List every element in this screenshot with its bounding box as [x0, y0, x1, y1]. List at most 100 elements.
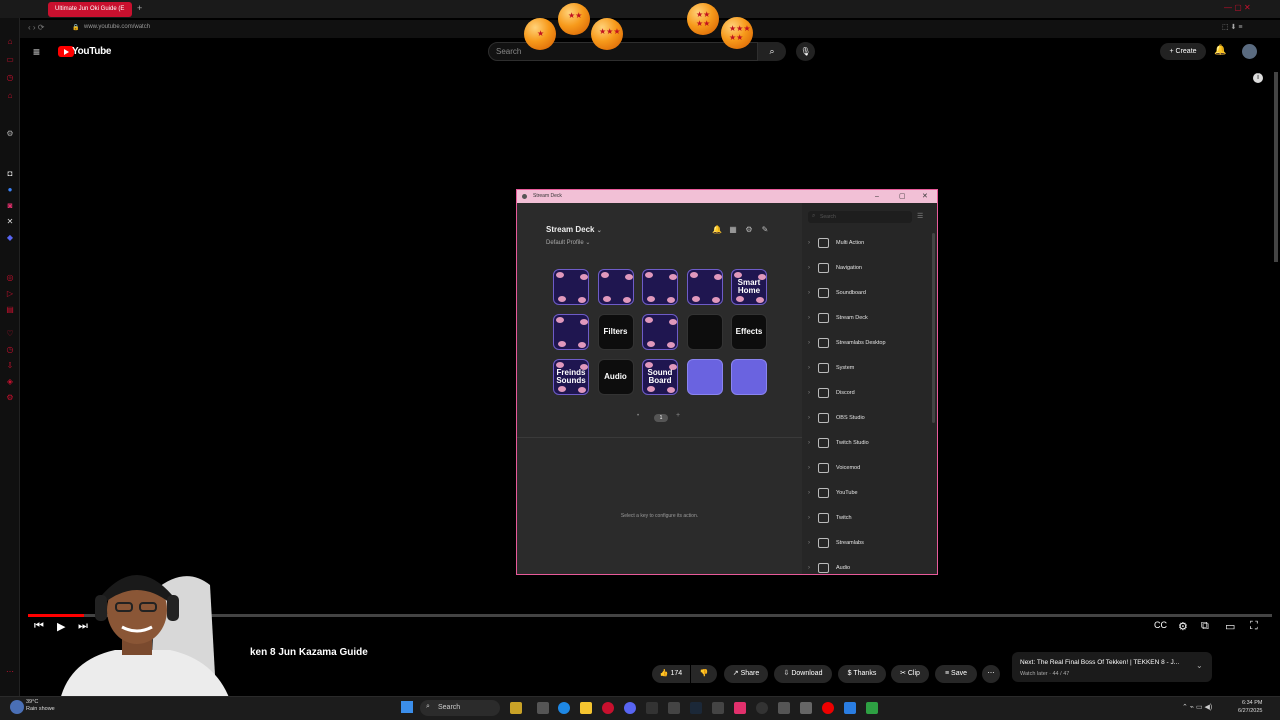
- task-view-icon[interactable]: [537, 702, 549, 714]
- action-category[interactable]: › Audio: [808, 561, 930, 575]
- action-category[interactable]: › Twitch Studio: [808, 436, 930, 450]
- extensions-icon[interactable]: ⬚ ⬇ ≡: [1222, 23, 1242, 31]
- notification-bell-icon[interactable]: 🔔: [1214, 45, 1226, 56]
- fullscreen-icon[interactable]: ⛶: [1250, 620, 1258, 633]
- plugin-icon[interactable]: ✎: [760, 225, 770, 235]
- app-icon[interactable]: [712, 702, 724, 714]
- like-button[interactable]: 👍 174: [652, 665, 690, 683]
- page-scrollbar[interactable]: [1274, 72, 1278, 262]
- store-icon[interactable]: ▦: [728, 225, 738, 235]
- weather-icon[interactable]: [10, 700, 24, 714]
- history-icon[interactable]: ◷: [5, 74, 15, 82]
- theater-icon[interactable]: ▭: [1225, 620, 1235, 633]
- app-icon[interactable]: [646, 702, 658, 714]
- action-category[interactable]: › Navigation: [808, 261, 930, 275]
- window-controls[interactable]: — ▢ ✕: [1224, 3, 1251, 12]
- clip-button[interactable]: ✂ Clip: [891, 665, 929, 683]
- stream-deck-key[interactable]: [686, 269, 723, 305]
- download-button[interactable]: ⇩ Download: [774, 665, 832, 683]
- maximize-icon[interactable]: ▢: [899, 190, 906, 203]
- save-button[interactable]: ≡ Save: [935, 665, 977, 683]
- discord-icon[interactable]: ◆: [5, 234, 15, 242]
- page-prev-icon[interactable]: •: [637, 413, 639, 419]
- stream-deck-key[interactable]: [731, 359, 767, 395]
- windows-start-icon[interactable]: [401, 701, 413, 713]
- captions-icon[interactable]: CC: [1154, 620, 1167, 630]
- taskbar-search[interactable]: Search: [420, 700, 500, 716]
- action-category[interactable]: › Multi Action: [808, 236, 930, 250]
- stream-deck-key[interactable]: Sound Board: [642, 359, 678, 395]
- dislike-icon[interactable]: 👎: [691, 665, 717, 683]
- more-icon[interactable]: ⋯: [5, 668, 15, 676]
- messenger-icon[interactable]: ●: [5, 186, 15, 194]
- stream-deck-window[interactable]: Stream Deck – ▢ ✕ Stream Deck ⌄ Default …: [516, 189, 938, 575]
- youtube-taskbar-icon[interactable]: [822, 702, 834, 714]
- stream-deck-key[interactable]: [597, 269, 634, 305]
- address-bar[interactable]: [20, 20, 1280, 38]
- chevron-down-icon[interactable]: ⌄: [1196, 661, 1203, 670]
- list-view-icon[interactable]: ☰: [917, 212, 923, 220]
- clock-icon[interactable]: ◷: [5, 346, 15, 354]
- download-icon[interactable]: ⇩: [5, 362, 15, 370]
- up-next-title[interactable]: Next: The Real Final Boss Of Tekken! | T…: [1020, 659, 1179, 666]
- profile-selector[interactable]: Default Profile ⌄: [546, 239, 590, 246]
- page-indicator[interactable]: 1: [654, 414, 668, 422]
- stream-deck-key[interactable]: [642, 314, 678, 350]
- action-category[interactable]: › Streamlabs Desktop: [808, 336, 930, 350]
- app-icon[interactable]: [756, 702, 768, 714]
- tag-icon[interactable]: ▤: [5, 306, 15, 314]
- action-category[interactable]: › System: [808, 361, 930, 375]
- info-icon[interactable]: i: [1253, 73, 1263, 83]
- stream-deck-key[interactable]: [553, 314, 589, 350]
- browser-tab-active[interactable]: Ultimate Jun Oki Guide (E: [48, 2, 132, 17]
- more-actions-icon[interactable]: ⋯: [982, 665, 1000, 683]
- file-explorer-icon[interactable]: [580, 702, 592, 714]
- tray-icons[interactable]: ⌃ ⌁ ▭ ◀): [1182, 703, 1212, 711]
- x-icon[interactable]: ✕: [5, 218, 15, 226]
- misc-icon[interactable]: ◎: [5, 274, 15, 282]
- app-icon[interactable]: [866, 702, 878, 714]
- miniplayer-icon[interactable]: ⧉: [1201, 620, 1209, 633]
- settings-gear-icon[interactable]: ⚙: [1178, 620, 1188, 633]
- actions-scrollbar[interactable]: [932, 233, 935, 423]
- stream-deck-key[interactable]: Effects: [731, 314, 767, 350]
- up-next-card[interactable]: [1012, 652, 1212, 682]
- bag-icon[interactable]: ⌂: [5, 92, 15, 100]
- app-icon[interactable]: [800, 702, 812, 714]
- action-category[interactable]: › Stream Deck: [808, 311, 930, 325]
- app-icon[interactable]: [734, 702, 746, 714]
- weather-widget[interactable]: 39°C Rain showe: [26, 699, 55, 713]
- new-tab-icon[interactable]: +: [137, 3, 142, 13]
- bell-icon[interactable]: 🔔: [712, 225, 722, 235]
- share-button[interactable]: ↗ Share: [724, 665, 768, 683]
- taskbar-clock[interactable]: 6:34 PM 6/27/2025: [1238, 699, 1262, 715]
- gear-icon[interactable]: ⚙: [5, 394, 15, 402]
- action-category[interactable]: › OBS Studio: [808, 411, 930, 425]
- avatar[interactable]: [1242, 44, 1257, 59]
- stream-deck-key[interactable]: [642, 269, 678, 305]
- stream-deck-key[interactable]: Smart Home: [731, 269, 767, 305]
- stream-deck-key[interactable]: [686, 314, 723, 350]
- play-icon[interactable]: ▷: [5, 290, 15, 298]
- add-page-icon[interactable]: +: [676, 412, 680, 419]
- action-category[interactable]: › Soundboard: [808, 286, 930, 300]
- stream-deck-key[interactable]: [553, 269, 589, 305]
- device-selector[interactable]: Stream Deck ⌄: [546, 225, 602, 234]
- app-icon[interactable]: [668, 702, 680, 714]
- create-button[interactable]: + Create: [1160, 43, 1206, 60]
- action-category[interactable]: › YouTube: [808, 486, 930, 500]
- settings-icon[interactable]: ⚙: [744, 225, 754, 235]
- close-icon[interactable]: ✕: [922, 190, 928, 203]
- microphone-icon[interactable]: 🎙: [796, 42, 815, 61]
- stream-deck-titlebar[interactable]: Stream Deck – ▢ ✕: [517, 190, 937, 203]
- instagram-icon[interactable]: ◘: [5, 170, 15, 178]
- action-category[interactable]: › Discord: [808, 386, 930, 400]
- home-icon[interactable]: ⌂: [5, 38, 15, 46]
- stream-deck-key[interactable]: Freinds Sounds: [553, 359, 589, 395]
- hamburger-icon[interactable]: ≡: [33, 45, 40, 59]
- action-category[interactable]: › Twitch: [808, 511, 930, 525]
- extension-icon[interactable]: ◈: [5, 378, 15, 386]
- instagram-alt-icon[interactable]: ◙: [5, 202, 15, 210]
- stream-deck-taskbar-icon[interactable]: [778, 702, 790, 714]
- tab-icon[interactable]: ▭: [5, 56, 15, 64]
